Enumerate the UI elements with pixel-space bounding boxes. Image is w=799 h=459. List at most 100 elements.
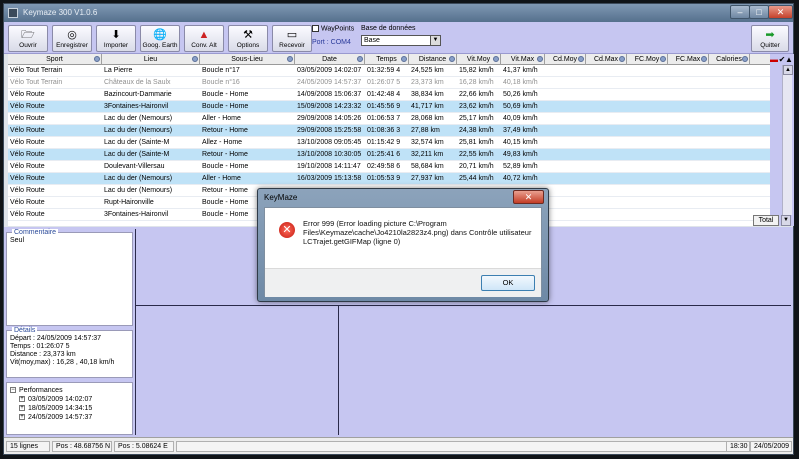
- details-panel: Détails Départ : 24/05/2009 14:57:37 Tem…: [6, 327, 133, 378]
- performances-root[interactable]: − Performances: [10, 387, 63, 395]
- details-time: Temps : 01:26:07 5: [10, 343, 70, 350]
- scroll-down-button[interactable]: ▼: [781, 215, 791, 226]
- delete-icon[interactable]: ▬: [770, 55, 778, 64]
- scroll-up-icon[interactable]: ▲: [783, 65, 793, 75]
- options-button[interactable]: ⚒ Options: [228, 25, 268, 52]
- performance-item[interactable]: +18/05/2009 14:34:15: [19, 405, 92, 413]
- table-cell: Lac du der (Nemours): [104, 127, 173, 134]
- table-cell: Bazincourt-Dammarie: [104, 91, 172, 98]
- column-header[interactable]: FC.Max: [668, 54, 709, 65]
- receive-button[interactable]: ▭ Recevoir: [272, 25, 312, 52]
- minimize-button[interactable]: –: [730, 5, 750, 19]
- column-header[interactable]: Temps: [365, 54, 409, 65]
- table-cell: 40,18 km/h: [503, 79, 538, 86]
- table-cell: 13/10/2008 09:05:45: [297, 139, 362, 146]
- sort-icon[interactable]: [619, 56, 625, 62]
- performances-panel: − Performances +03/05/2009 14:02:07 +18/0…: [6, 382, 133, 435]
- table-row[interactable]: Vélo Route Lac du der (Nemours) Aller - Ho…: [8, 113, 770, 125]
- table-row[interactable]: Vélo Route Lac du der (Sainte-M Retour - H…: [8, 149, 770, 161]
- column-header[interactable]: FC.Moy: [627, 54, 668, 65]
- quit-button[interactable]: ➡ Quitter: [751, 25, 789, 52]
- table-cell: 01:26:07 5: [367, 79, 401, 86]
- app-icon: [8, 8, 18, 18]
- sort-icon[interactable]: [449, 56, 455, 62]
- performance-item[interactable]: +24/05/2009 14:57:37: [19, 414, 92, 422]
- table-row[interactable]: Vélo Tout Terrain Châteaux de la Saulx Bou…: [8, 77, 770, 89]
- table-cell: Vélo Route: [10, 151, 45, 158]
- column-header[interactable]: Vit.Moy: [457, 54, 501, 65]
- sort-icon[interactable]: [742, 56, 748, 62]
- table-header: Sport Lieu Sous-Lieu Date Temps Distance Vit.M…: [8, 54, 770, 65]
- close-button[interactable]: ✕: [768, 5, 793, 19]
- table-cell: Châteaux de la Saulx: [104, 79, 171, 86]
- table-cell: Rupt-Haironville: [104, 199, 154, 206]
- save-button[interactable]: ◎ Enregistrer: [52, 25, 92, 52]
- sort-icon[interactable]: [401, 56, 407, 62]
- table-row[interactable]: Vélo Route Doulevant-Villersau Boucle - Ho…: [8, 161, 770, 173]
- waypoints-checkbox[interactable]: WayPoints: [312, 25, 354, 32]
- table-row[interactable]: Vélo Route Lac du der (Sainte-M Allez - Ho…: [8, 137, 770, 149]
- sort-icon[interactable]: [660, 56, 666, 62]
- import-button[interactable]: ⬇ Importer: [96, 25, 136, 52]
- sort-icon[interactable]: [701, 56, 707, 62]
- table-cell: 50,69 km/h: [503, 103, 538, 110]
- expand-icon[interactable]: +: [19, 414, 25, 421]
- column-header[interactable]: Sous-Lieu: [200, 54, 295, 65]
- sort-icon[interactable]: [578, 56, 584, 62]
- table-cell: 3Fontaines-Haironvil: [104, 103, 169, 110]
- table-cell: 01:45:56 9: [367, 103, 401, 110]
- status-time: 18:30: [726, 441, 750, 452]
- scroll-up-icon[interactable]: ▲: [785, 55, 793, 64]
- table-cell: Allez - Home: [202, 139, 243, 146]
- vertical-scrollbar[interactable]: ▲: [782, 65, 793, 215]
- google-earth-button[interactable]: 🌐 Goog. Earth: [140, 25, 180, 52]
- table-row[interactable]: Vélo Route Lac du der (Nemours) Aller - Ho…: [8, 173, 770, 185]
- total-button[interactable]: Total: [753, 215, 779, 226]
- column-header[interactable]: Date: [295, 54, 365, 65]
- expand-icon[interactable]: +: [19, 405, 25, 412]
- sort-icon[interactable]: [493, 56, 499, 62]
- column-header[interactable]: Sport: [8, 54, 102, 65]
- table-cell: 27,937 km: [411, 175, 444, 182]
- column-header[interactable]: Cd.Max: [586, 54, 627, 65]
- table-row[interactable]: Vélo Route 3Fontaines-Haironvil Boucle - H…: [8, 101, 770, 113]
- table-cell: Vélo Tout Terrain: [10, 79, 63, 86]
- column-header[interactable]: Calories: [709, 54, 750, 65]
- chevron-down-icon[interactable]: ▼: [430, 36, 440, 45]
- performance-item[interactable]: +03/05/2009 14:02:07: [19, 396, 92, 404]
- sort-icon[interactable]: [192, 56, 198, 62]
- table-cell: 29/09/2008 14:05:26: [297, 115, 362, 122]
- table-cell: Lac du der (Nemours): [104, 187, 173, 194]
- collapse-icon[interactable]: −: [10, 387, 16, 394]
- checkbox-box[interactable]: [312, 25, 319, 32]
- table-cell: 13/10/2008 10:30:05: [297, 151, 362, 158]
- table-cell: 37,49 km/h: [503, 127, 538, 134]
- convert-altitude-button[interactable]: ▲ Conv. Alt: [184, 25, 224, 52]
- table-cell: Boucle - Home: [202, 91, 249, 98]
- sort-icon[interactable]: [94, 56, 100, 62]
- column-header[interactable]: Cd.Moy: [545, 54, 586, 65]
- table-cell: Aller - Home: [202, 175, 241, 182]
- title-bar[interactable]: Keymaze 300 V1.0.6 – □ ✕: [4, 4, 793, 22]
- table-cell: Vélo Route: [10, 187, 45, 194]
- expand-icon[interactable]: +: [19, 396, 25, 403]
- comment-text[interactable]: Seul: [10, 237, 24, 245]
- ok-button[interactable]: OK: [481, 275, 535, 291]
- table-cell: 49,83 km/h: [503, 151, 538, 158]
- maximize-button[interactable]: □: [749, 5, 769, 19]
- database-select[interactable]: Base ▼: [361, 35, 441, 46]
- open-button[interactable]: 🗁 Ouvrir: [8, 25, 48, 52]
- column-header[interactable]: Vit.Max: [501, 54, 545, 65]
- sort-icon[interactable]: [287, 56, 293, 62]
- column-header[interactable]: Lieu: [102, 54, 200, 65]
- table-row[interactable]: Vélo Route Bazincourt-Dammarie Boucle - Ho…: [8, 89, 770, 101]
- dialog-close-button[interactable]: ✕: [513, 190, 544, 204]
- column-header[interactable]: Distance: [409, 54, 457, 65]
- sort-icon[interactable]: [537, 56, 543, 62]
- table-cell: 24,525 km: [411, 67, 444, 74]
- sort-icon[interactable]: [357, 56, 363, 62]
- table-row[interactable]: Vélo Tout Terrain La Pierre Boucle n°17 03/…: [8, 65, 770, 77]
- table-row[interactable]: Vélo Route Lac du der (Nemours) Retour - H…: [8, 125, 770, 137]
- table-cell: 15,82 km/h: [459, 67, 494, 74]
- table-cell: 28,068 km: [411, 115, 444, 122]
